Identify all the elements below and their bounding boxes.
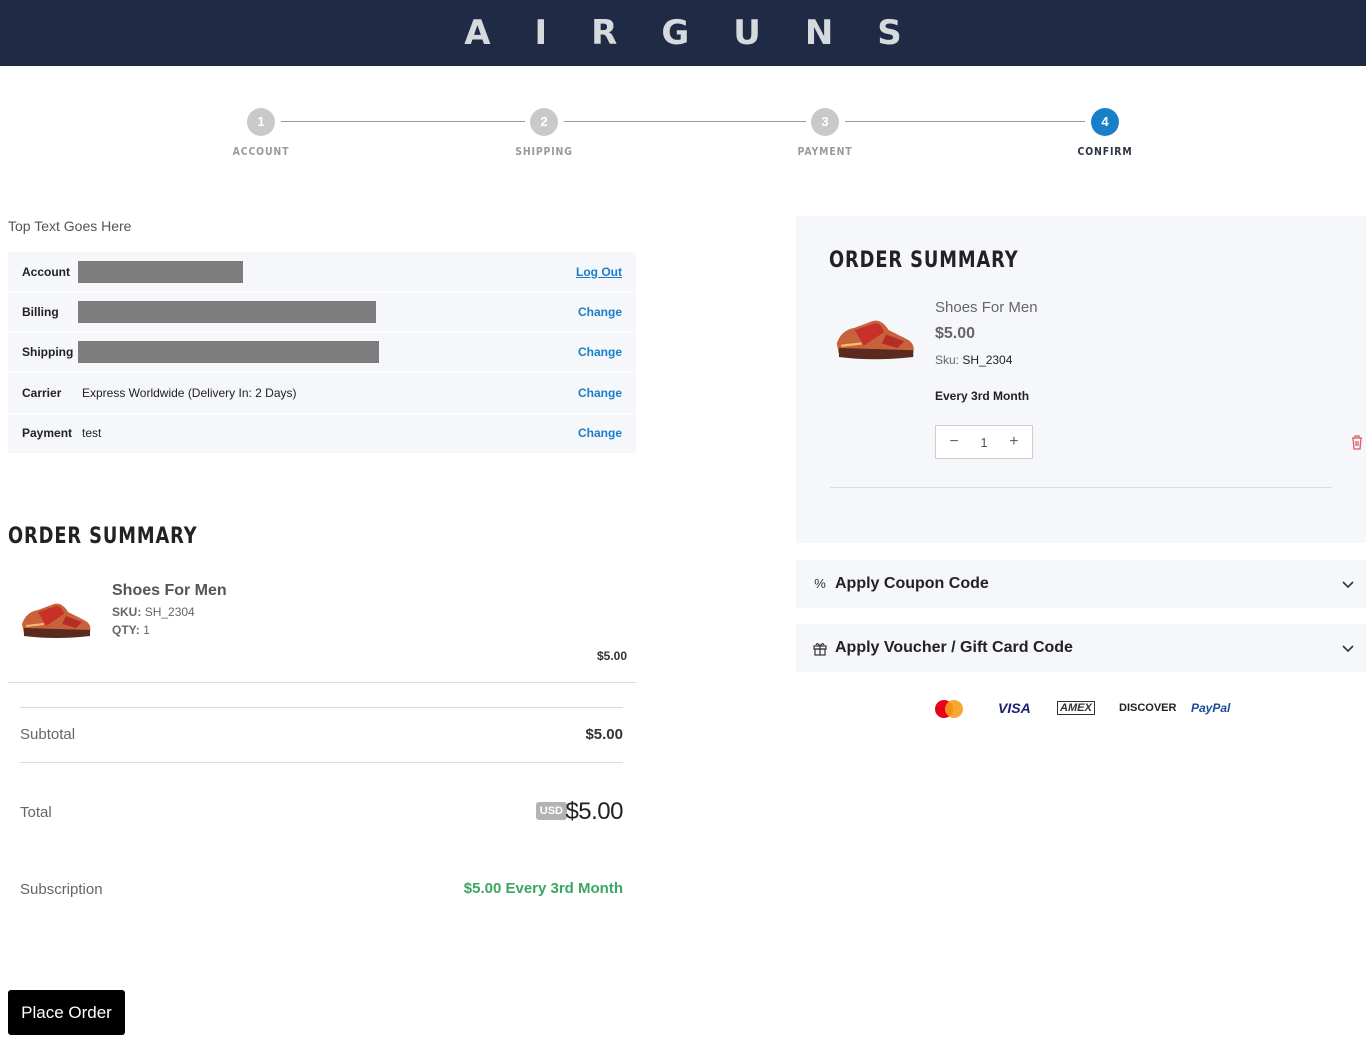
- step-label: SHIPPING: [515, 145, 573, 158]
- coupon-label: Apply Coupon Code: [835, 575, 989, 592]
- discover-logo: DISCOVER: [1119, 702, 1177, 714]
- info-row-billing: Billing Change: [8, 292, 636, 333]
- divider: [8, 682, 636, 683]
- redacted-value: [78, 260, 243, 283]
- item-sku: SKU: SH_2304: [112, 605, 195, 619]
- step-number: 1: [247, 108, 275, 136]
- sku-label: SKU:: [112, 605, 142, 619]
- shoe-image: [22, 603, 91, 638]
- subscription-frequency: Every 3rd Month: [935, 389, 1030, 403]
- info-label: Shipping: [22, 345, 74, 360]
- sku-value: SH_2304: [962, 353, 1013, 367]
- chevron-down-icon: [1342, 581, 1354, 589]
- item-qty: QTY: 1: [112, 623, 150, 637]
- order-summary-heading: ORDER SUMMARY: [8, 524, 198, 549]
- step-number: 4: [1091, 108, 1119, 136]
- divider: [20, 762, 623, 763]
- quantity-stepper: − 1 +: [935, 425, 1033, 459]
- step-number: 3: [811, 108, 839, 136]
- subtotal-value: $5.00: [585, 726, 623, 743]
- change-billing-link[interactable]: Change: [578, 305, 622, 319]
- step-confirm[interactable]: 4 CONFIRM: [1045, 108, 1165, 158]
- order-summary-heading: ORDER SUMMARY: [829, 248, 1019, 273]
- step-label: PAYMENT: [797, 145, 853, 158]
- info-label: Account: [22, 264, 70, 279]
- step-shipping[interactable]: 2 SHIPPING: [484, 108, 604, 158]
- mastercard-icon: [935, 700, 963, 718]
- step-label: CONFIRM: [1077, 145, 1133, 158]
- percent-icon: %: [814, 576, 826, 591]
- change-payment-link[interactable]: Change: [578, 426, 622, 440]
- payment-logos: VISA AMEX DISCOVER PayPal: [930, 694, 1240, 722]
- info-value: Express Worldwide (Delivery In: 2 Days): [82, 385, 297, 400]
- logout-link[interactable]: Log Out: [576, 265, 622, 279]
- voucher-label: Apply Voucher / Gift Card Code: [835, 639, 1073, 656]
- step-number: 2: [530, 108, 558, 136]
- amex-logo: AMEX: [1057, 701, 1095, 715]
- coupon-accordion[interactable]: % Apply Coupon Code: [796, 560, 1366, 608]
- chevron-down-icon: [1342, 645, 1354, 653]
- info-row-payment: Payment test Change: [8, 414, 636, 454]
- redacted-value: [78, 301, 376, 324]
- visa-logo: VISA: [998, 700, 1031, 716]
- info-value: test: [82, 426, 102, 441]
- change-carrier-link[interactable]: Change: [578, 386, 622, 400]
- info-row-shipping: Shipping Change: [8, 333, 636, 374]
- plus-icon[interactable]: +: [1004, 433, 1024, 451]
- redacted-value: [78, 341, 379, 364]
- info-label: Payment: [22, 426, 73, 441]
- quantity-value[interactable]: 1: [980, 435, 987, 450]
- item-sku: Sku: SH_2304: [935, 353, 1012, 367]
- info-label: Billing: [22, 305, 59, 320]
- gift-icon: [813, 643, 827, 656]
- total-value: $5.00: [565, 798, 623, 825]
- step-account[interactable]: 1 ACCOUNT: [201, 108, 321, 158]
- divider: [830, 487, 1332, 488]
- shoe-image: [836, 320, 914, 360]
- qty-label: QTY:: [112, 623, 140, 637]
- subscription-label: Subscription: [20, 881, 103, 898]
- item-name: Shoes For Men: [112, 582, 227, 599]
- checkout-info-table: Account Log Out Billing Change Shipping …: [8, 252, 636, 454]
- step-payment[interactable]: 3 PAYMENT: [765, 108, 885, 158]
- info-row-carrier: Carrier Express Worldwide (Delivery In: …: [8, 373, 636, 414]
- sku-value: SH_2304: [144, 605, 195, 619]
- sku-label: Sku:: [935, 353, 960, 367]
- step-label: ACCOUNT: [232, 145, 290, 158]
- qty-value: 1: [143, 623, 150, 637]
- item-price: $5.00: [596, 649, 627, 663]
- change-shipping-link[interactable]: Change: [578, 345, 622, 359]
- item-price: $5.00: [935, 325, 976, 342]
- trash-icon[interactable]: [1350, 434, 1364, 450]
- logo-text: AIRGUNS: [464, 13, 946, 53]
- total-label: Total: [20, 804, 52, 821]
- currency-badge: USD: [535, 802, 567, 820]
- site-logo[interactable]: AIRGUNS: [0, 0, 1366, 66]
- top-header-bar: AIRGUNS: [0, 0, 1366, 66]
- minus-icon[interactable]: −: [944, 433, 964, 451]
- paypal-logo: PayPal: [1191, 701, 1231, 715]
- info-label: Carrier: [22, 385, 62, 400]
- checkout-stepper: 1 ACCOUNT 2 SHIPPING 3 PAYMENT 4 CONFIRM: [0, 96, 1366, 176]
- item-name: Shoes For Men: [935, 299, 1038, 316]
- subtotal-label: Subtotal: [20, 726, 76, 743]
- top-text: Top Text Goes Here: [8, 218, 132, 234]
- subscription-value: $5.00 Every 3rd Month: [463, 880, 623, 897]
- divider: [20, 707, 623, 708]
- voucher-accordion[interactable]: Apply Voucher / Gift Card Code: [796, 624, 1366, 672]
- place-order-button[interactable]: Place Order: [8, 990, 125, 1035]
- info-row-account: Account Log Out: [8, 252, 636, 293]
